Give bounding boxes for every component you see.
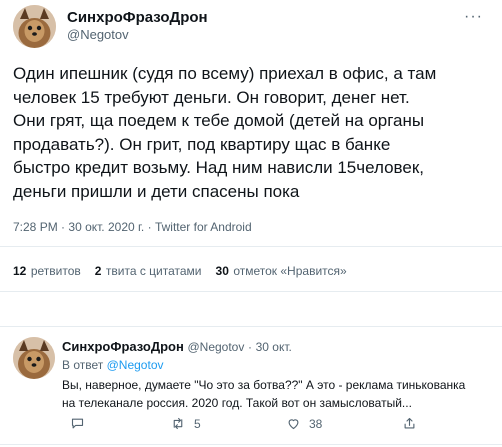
reply-author-name[interactable]: СинхроФразоДрон [62,339,184,354]
author-handle[interactable]: @Negotov [67,27,129,42]
divider [0,444,502,445]
retweet-icon [173,417,183,430]
reply-retweets-count: 5 [194,416,201,431]
quotes-label: твита с цитатами [105,264,202,278]
dog-avatar-icon [13,5,56,48]
reply-to-line: В ответ @Negotov [62,358,164,372]
comment-icon [71,418,84,429]
divider [0,246,502,247]
meta-dot: · [147,220,152,234]
reply-date[interactable]: 30 окт. [256,340,292,354]
likes-count: 30 [215,264,229,278]
author-name[interactable]: СинхроФразоДрон [67,9,208,26]
reply-header: СинхроФразоДрон @Negotov · 30 окт. [62,339,292,354]
meta-dot: · [61,220,66,234]
stats-bar: 12 ретвитов 2 твита с цитатами 30 отмето… [13,262,347,280]
reply-dot: · [247,340,252,354]
reply-to-handle[interactable]: @Negotov [107,358,164,372]
reply-action[interactable] [70,416,85,431]
more-options-icon[interactable]: ··· [464,8,483,26]
likes-stat[interactable]: 30 отметок «Нравится» [216,262,347,280]
reply-to-label: В ответ [62,358,104,372]
tweet-time[interactable]: 7:28 PM [13,220,58,234]
reply-text: Вы, наверное, думаете "Чо это за ботва??… [62,378,466,410]
retweets-count: 12 [13,264,27,278]
share-icon [404,417,415,429]
like-action[interactable]: 38 [286,416,322,431]
reply-author-avatar[interactable] [13,337,55,379]
retweets-stat[interactable]: 12 ретвитов [13,262,81,280]
reply-likes-count: 38 [309,416,323,431]
dog-avatar-icon [13,337,55,379]
divider [0,291,502,292]
author-avatar[interactable] [13,5,56,48]
likes-label: отметок «Нравится» [233,264,347,278]
tweet-date[interactable]: 30 окт. 2020 г. [68,220,144,234]
heart-icon [288,419,299,430]
divider [0,326,502,327]
tweet-meta: 7:28 PM · 30 окт. 2020 г. · Twitter for … [13,220,252,234]
tweet-source[interactable]: Twitter for Android [155,220,252,234]
retweet-action[interactable]: 5 [170,416,201,431]
tweet-text: Один ипешник (судя по всему) приехал в о… [13,64,437,201]
quotes-count: 2 [94,264,102,278]
share-action[interactable] [402,416,417,431]
quotes-stat[interactable]: 2 твита с цитатами [95,262,202,280]
reply-author-handle[interactable]: @Negotov [187,340,244,354]
retweets-label: ретвитов [30,264,81,278]
